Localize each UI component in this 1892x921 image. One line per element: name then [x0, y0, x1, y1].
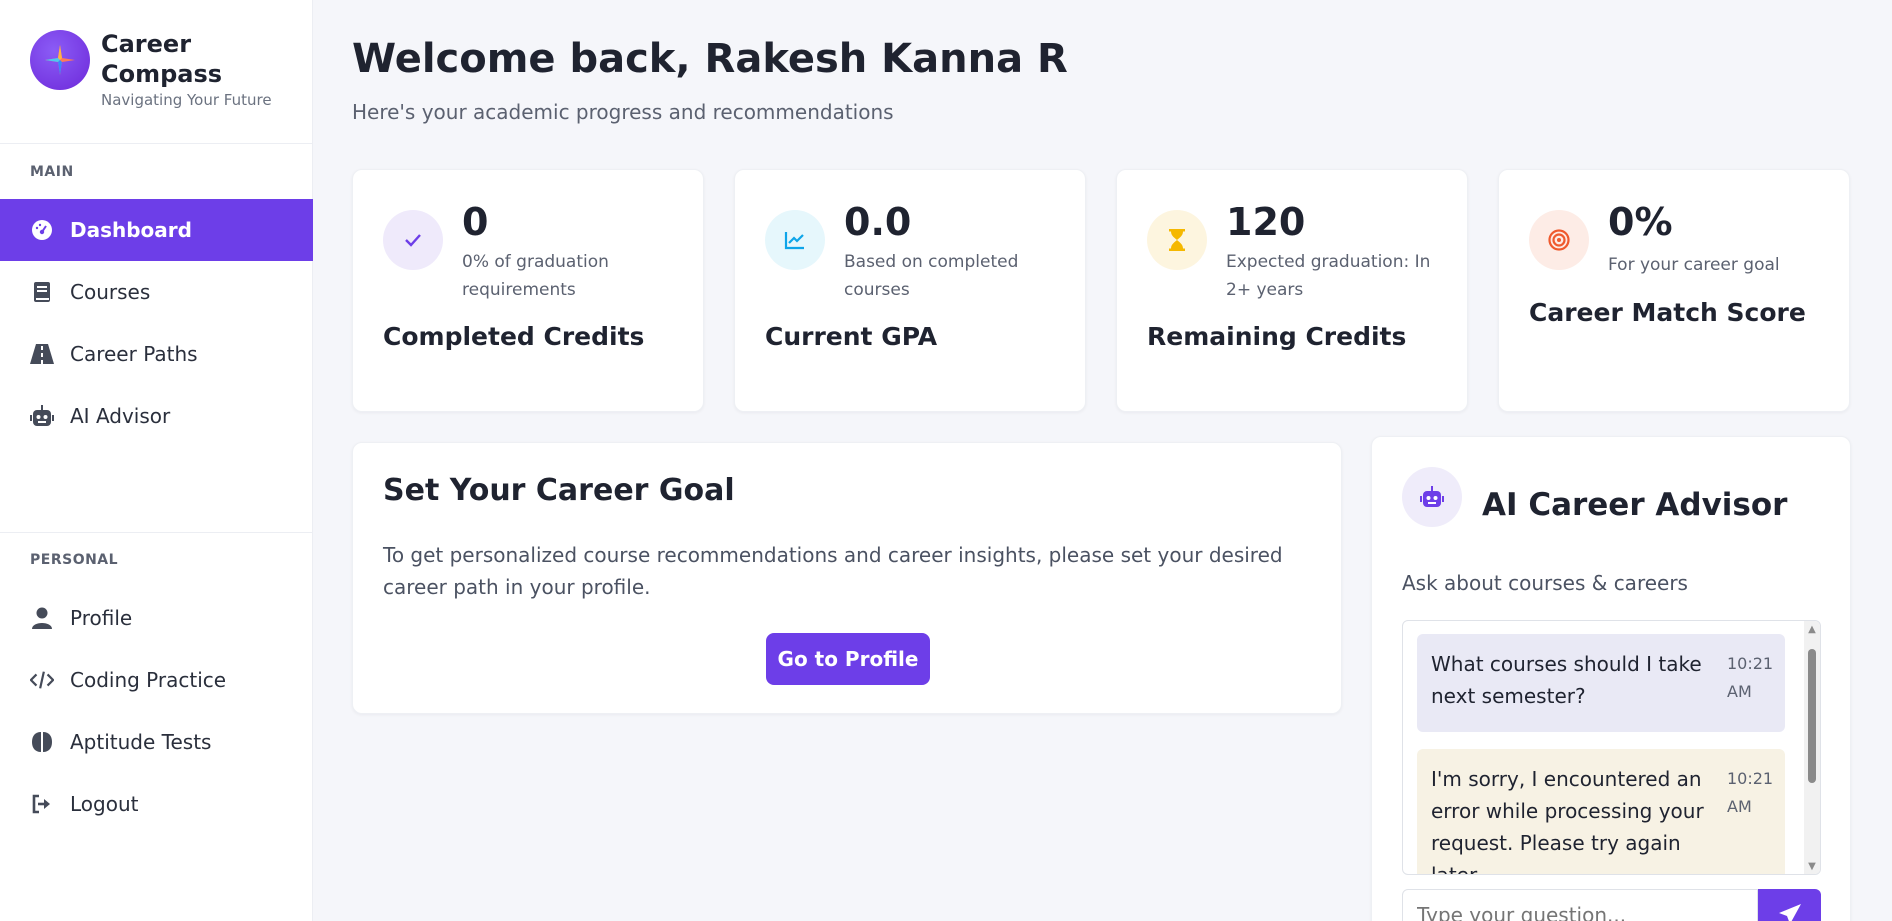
- brand-subtitle: Navigating Your Future: [101, 91, 272, 109]
- sidebar-item-label: Career Paths: [70, 342, 198, 366]
- message-time: 10:21 AM: [1727, 654, 1774, 701]
- sidebar-item-label: Dashboard: [70, 218, 192, 242]
- message-text: What courses should I take next semester…: [1431, 652, 1702, 708]
- sidebar-item-label: AI Advisor: [70, 404, 171, 428]
- stat-card-current-gpa: 0.0 Based on completed courses Current G…: [734, 169, 1086, 412]
- check-icon: [383, 210, 443, 270]
- chart-line-icon: [765, 210, 825, 270]
- sidebar-item-aptitude-tests[interactable]: Aptitude Tests: [0, 711, 313, 773]
- hourglass-icon: [1147, 210, 1207, 270]
- send-button[interactable]: [1758, 889, 1821, 921]
- stat-value: 0: [462, 200, 489, 244]
- go-to-profile-button[interactable]: Go to Profile: [766, 633, 930, 685]
- sidebar-item-label: Logout: [70, 792, 139, 816]
- robot-icon: [30, 404, 54, 428]
- chat-messages[interactable]: What courses should I take next semester…: [1402, 620, 1821, 875]
- scrollbar-thumb[interactable]: [1808, 649, 1816, 783]
- book-icon: [30, 280, 54, 304]
- stat-card-remaining-credits: 120 Expected graduation: In 2+ years Rem…: [1116, 169, 1468, 412]
- stat-value: 0%: [1608, 200, 1673, 244]
- code-icon: [30, 668, 54, 692]
- ai-advisor-title: AI Career Advisor: [1482, 487, 1788, 523]
- stat-description: Expected graduation: In 2+ years: [1226, 252, 1431, 300]
- sidebar-item-courses[interactable]: Courses: [0, 261, 313, 323]
- logout-icon: [30, 792, 54, 816]
- section-label-main: MAIN: [30, 164, 74, 180]
- sidebar-item-profile[interactable]: Profile: [0, 587, 313, 649]
- sidebar-item-logout[interactable]: Logout: [0, 773, 313, 835]
- chat-message-bot: I'm sorry, I encountered an error while …: [1417, 749, 1785, 875]
- sidebar-item-dashboard[interactable]: Dashboard: [0, 199, 313, 261]
- robot-icon: [1402, 467, 1462, 527]
- sidebar-item-career-paths[interactable]: Career Paths: [0, 323, 313, 385]
- page-title: Welcome back, Rakesh Kanna R: [352, 36, 1068, 82]
- stat-card-career-match-score: 0% For your career goal Career Match Sco…: [1498, 169, 1850, 412]
- user-icon: [30, 606, 54, 630]
- target-icon: [1529, 210, 1589, 270]
- send-icon: [1778, 904, 1801, 921]
- ai-advisor-subtitle: Ask about courses & careers: [1402, 571, 1688, 595]
- page-subtitle: Here's your academic progress and recomm…: [352, 100, 894, 124]
- brand-title: Career Compass: [101, 30, 223, 88]
- sidebar: Career Compass Navigating Your Future MA…: [0, 0, 313, 921]
- career-goal-text: To get personalized course recommendatio…: [383, 543, 1283, 599]
- message-time: 10:21 AM: [1727, 769, 1774, 816]
- stat-description: 0% of graduation requirements: [462, 252, 609, 300]
- scroll-down-icon[interactable]: ▼: [1807, 862, 1817, 872]
- sidebar-item-ai-advisor[interactable]: AI Advisor: [0, 385, 313, 447]
- stat-card-completed-credits: 0 0% of graduation requirements Complete…: [352, 169, 704, 412]
- section-label-personal: PERSONAL: [30, 552, 119, 568]
- chat-scrollbar[interactable]: ▲ ▼: [1804, 621, 1820, 874]
- chat-question-input[interactable]: [1402, 889, 1758, 921]
- chat-message-user: What courses should I take next semester…: [1417, 634, 1785, 732]
- sidebar-divider: [0, 143, 313, 144]
- road-icon: [30, 342, 54, 366]
- stat-description: Based on completed courses: [844, 252, 1019, 300]
- sidebar-item-coding-practice[interactable]: Coding Practice: [0, 649, 313, 711]
- sidebar-item-label: Aptitude Tests: [70, 730, 212, 754]
- compass-logo-icon: [30, 30, 90, 90]
- ai-advisor-card: AI Career Advisor Ask about courses & ca…: [1371, 436, 1851, 921]
- stat-title: Remaining Credits: [1147, 322, 1407, 351]
- stat-value: 0.0: [844, 200, 912, 244]
- scroll-up-icon[interactable]: ▲: [1807, 625, 1817, 635]
- sidebar-item-label: Courses: [70, 280, 151, 304]
- stat-title: Completed Credits: [383, 322, 645, 351]
- stat-value: 120: [1226, 200, 1306, 244]
- gauge-icon: [30, 218, 54, 242]
- career-goal-title: Set Your Career Goal: [383, 473, 735, 508]
- stat-description: For your career goal: [1608, 255, 1780, 275]
- sidebar-divider: [0, 532, 313, 533]
- message-text: I'm sorry, I encountered an error while …: [1431, 767, 1704, 875]
- career-goal-card: Set Your Career Goal To get personalized…: [352, 442, 1342, 714]
- stat-title: Current GPA: [765, 322, 938, 351]
- brain-icon: [30, 730, 54, 754]
- stat-title: Career Match Score: [1529, 298, 1806, 327]
- sidebar-item-label: Profile: [70, 606, 133, 630]
- brand[interactable]: Career Compass Navigating Your Future: [30, 30, 272, 109]
- sidebar-item-label: Coding Practice: [70, 668, 227, 692]
